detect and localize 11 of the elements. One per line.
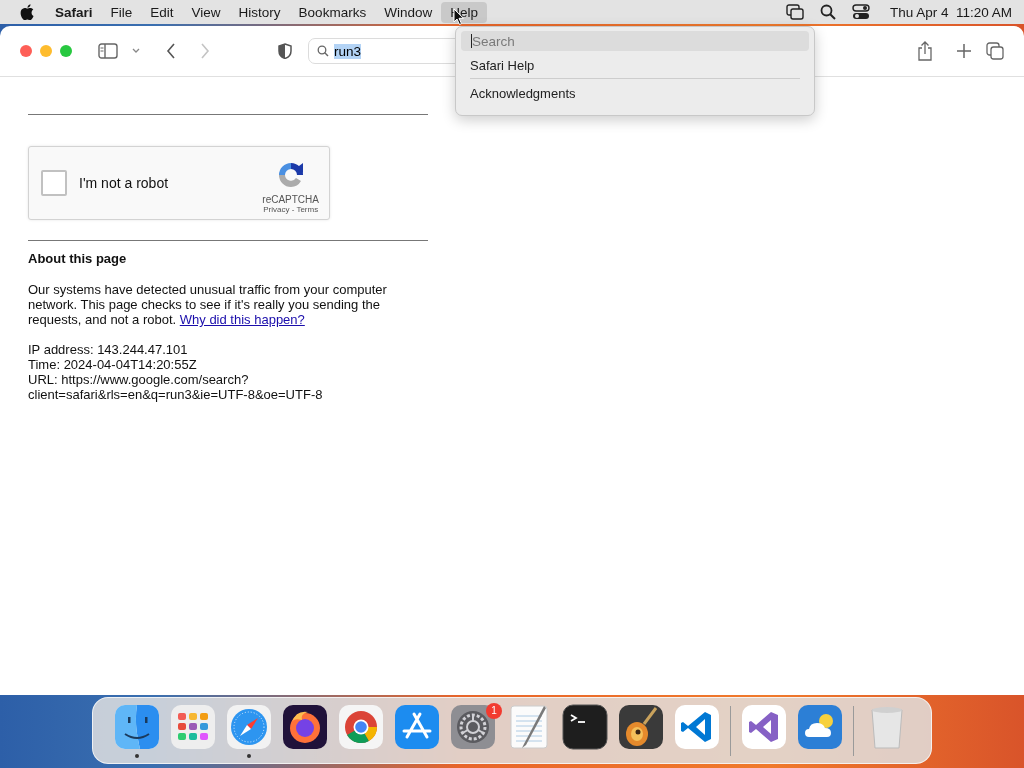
captcha-label: I'm not a robot bbox=[79, 175, 169, 191]
explanation-paragraph: Our systems have detected unusual traffic from your computer network. This page checks to see if it's really you sending the requests, and not a robot. Why did this happen? bbox=[28, 282, 388, 327]
link-separator: - bbox=[291, 204, 295, 214]
detail-line: Time: 2024-04-04T14:20:55Z bbox=[28, 357, 198, 372]
detail-line: URL: https://www.google.com/search? bbox=[28, 372, 250, 387]
notification-badge: 1 bbox=[486, 702, 502, 719]
detail-line: client=safari&rls=en&q=run3&ie=UTF-8&oe=UTF-8 bbox=[28, 387, 324, 402]
address-text: run3 bbox=[334, 43, 362, 59]
detail-line: IP address: 143.244.47.101 bbox=[28, 342, 189, 357]
captcha-brand: reCAPTCHA bbox=[262, 193, 319, 205]
section-heading: About this page bbox=[28, 251, 128, 266]
